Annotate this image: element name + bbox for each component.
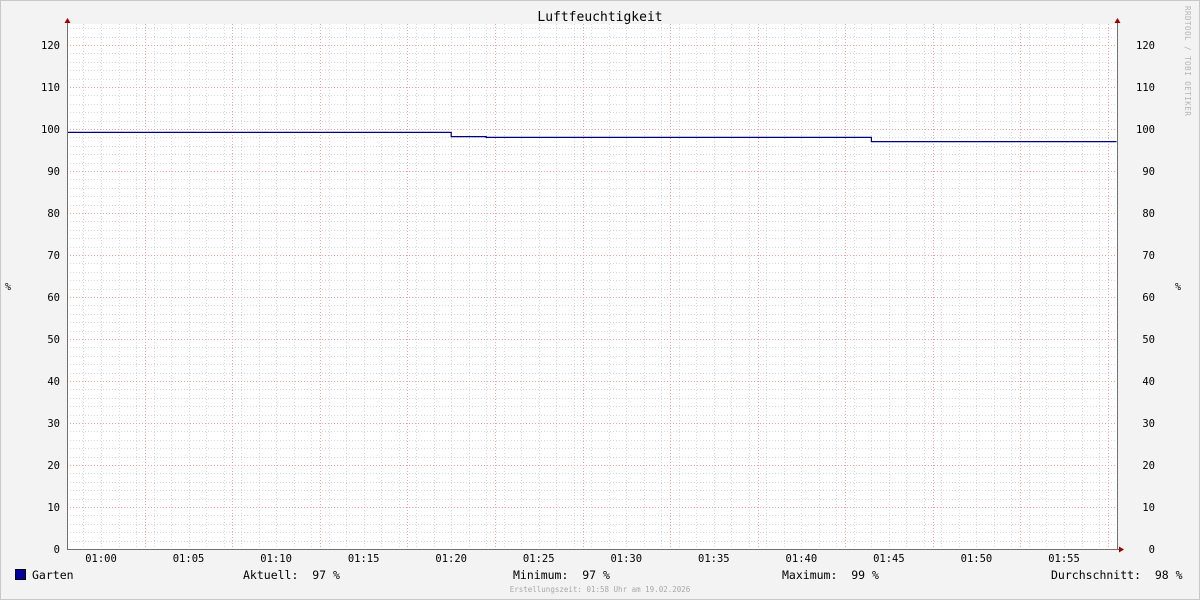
y-tick-label-left: 110	[41, 82, 60, 94]
legend-durchschnitt: Durchschnitt: 98 %	[1051, 568, 1183, 582]
y-tick-label-right: 70	[1142, 250, 1155, 262]
legend-series: Garten	[15, 568, 74, 582]
y-tick-label-left: 120	[41, 40, 60, 52]
y-tick-label-right: 90	[1142, 166, 1155, 178]
y-tick-label-left: 20	[47, 460, 60, 472]
x-tick-label: 01:00	[85, 553, 117, 565]
y-tick-label-right: 20	[1142, 460, 1155, 472]
y-tick-label-right: 50	[1142, 334, 1155, 346]
legend-maximum: Maximum: 99 %	[782, 568, 879, 582]
y-tick-label-right: 40	[1142, 376, 1155, 388]
y-axis-unit-right: %	[1175, 282, 1182, 293]
legend-series-name: Garten	[32, 568, 74, 582]
x-tick-label: 01:35	[698, 553, 730, 565]
y-tick-label-right: 100	[1136, 124, 1155, 136]
x-tick-label: 01:45	[873, 553, 905, 565]
y-tick-label-left: 30	[47, 418, 60, 430]
y-tick-label-right: 60	[1142, 292, 1155, 304]
y-tick-label-left: 90	[47, 166, 60, 178]
y-tick-label-left: 70	[47, 250, 60, 262]
y-tick-label-left: 80	[47, 208, 60, 220]
legend-minimum: Minimum: 97 %	[513, 568, 610, 582]
x-tick-label: 01:25	[523, 553, 555, 565]
y-tick-label-right: 110	[1136, 82, 1155, 94]
y-tick-label-left: 100	[41, 124, 60, 136]
y-tick-label-left: 50	[47, 334, 60, 346]
x-tick-label: 01:55	[1048, 553, 1080, 565]
y-axis-arrow-left	[64, 18, 71, 23]
y-tick-label-left: 10	[47, 502, 60, 514]
y-axis-unit-left: %	[5, 282, 12, 293]
x-tick-label: 01:15	[348, 553, 380, 565]
y-tick-label-left: 40	[47, 376, 60, 388]
y-tick-label-right: 80	[1142, 208, 1155, 220]
x-tick-label: 01:05	[173, 553, 205, 565]
x-axis-arrow	[1119, 546, 1124, 553]
minor-grid	[67, 24, 1118, 549]
y-tick-label-right: 30	[1142, 418, 1155, 430]
x-tick-label: 01:20	[435, 553, 467, 565]
rrdtool-watermark: RRDTOOL / TOBI OETIKER	[1183, 6, 1192, 117]
legend-aktuell: Aktuell: 97 %	[243, 568, 340, 582]
y-axis-arrow-right	[1114, 18, 1121, 23]
x-tick-label: 01:30	[610, 553, 642, 565]
y-tick-label-left: 60	[47, 292, 60, 304]
creation-time: Erstellungszeit: 01:58 Uhr am 19.02.2026	[509, 585, 691, 594]
y-tick-label-right: 10	[1142, 502, 1155, 514]
y-tick-label-right: 0	[1149, 544, 1155, 556]
legend-swatch	[15, 569, 26, 580]
x-tick-label: 01:40	[786, 553, 818, 565]
y-tick-label-left: 0	[54, 544, 60, 556]
chart-canvas: 0 0 10 10 20 20 30 30 40 40 50 50 60 60 70 70 80 80 90 90 10…	[41, 18, 1155, 565]
x-tick-label: 01:10	[260, 553, 292, 565]
y-tick-label-right: 120	[1136, 40, 1155, 52]
x-tick-label: 01:50	[961, 553, 993, 565]
